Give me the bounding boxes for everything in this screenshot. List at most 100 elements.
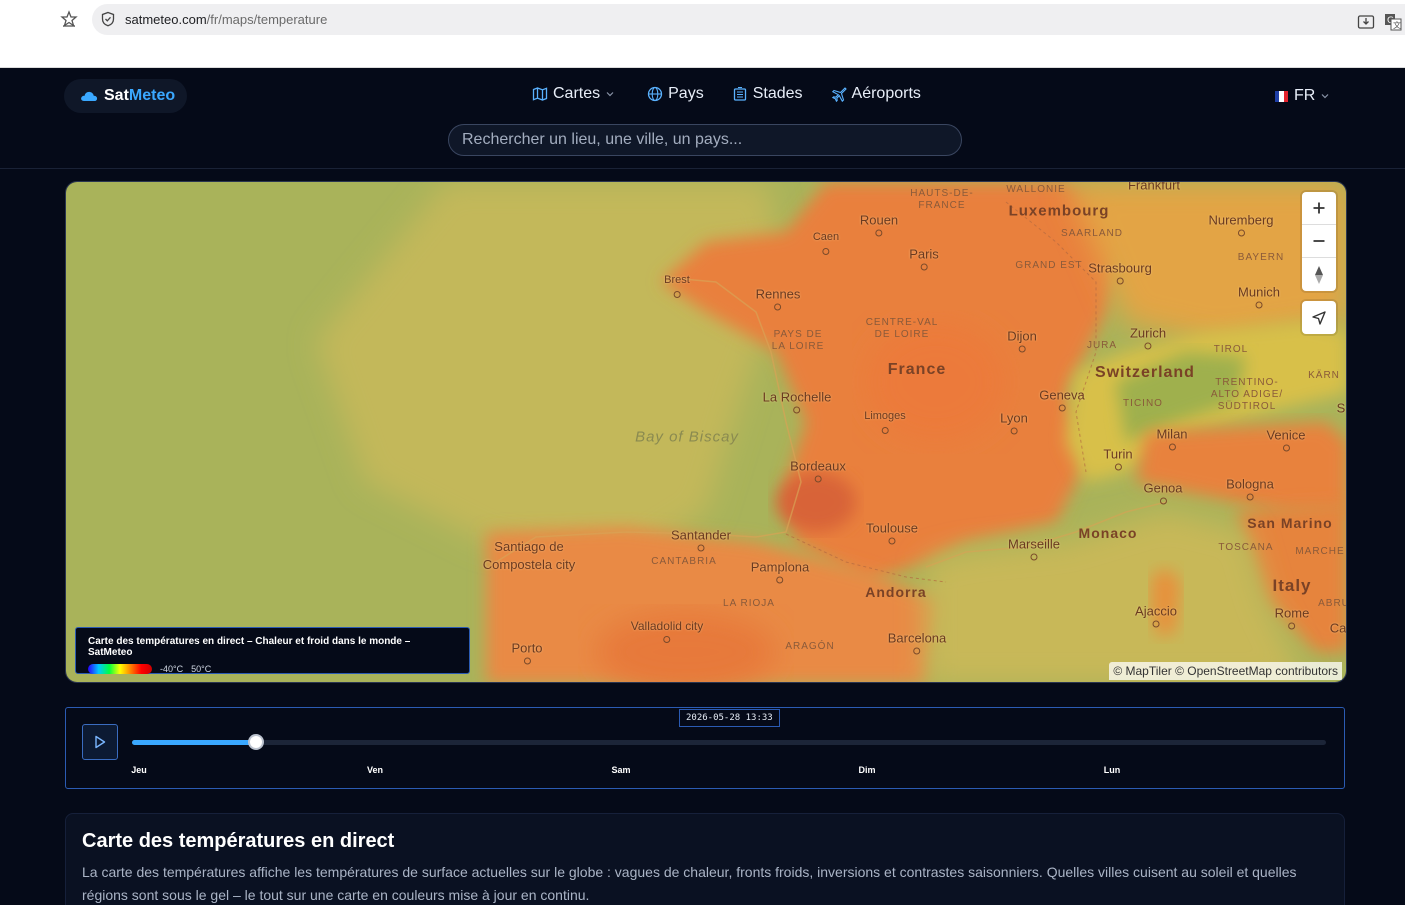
day-label: Lun [1103,765,1121,775]
timeline-slider[interactable] [132,734,1326,750]
label-brest: Brest [664,274,690,286]
label-santiago: Santiago de Compostela city [482,539,576,572]
card-description: La carte des températures affiche les te… [82,864,1297,903]
label-bordeaux: Bordeaux [790,458,846,474]
region-grand-est: GRAND EST [1015,260,1083,271]
geolocate-button[interactable] [1302,301,1336,334]
label-milan: Milan [1156,426,1188,442]
label-pamplona: Pamplona [750,559,810,575]
label-limoges: Limoges [864,410,906,422]
label-lyon: Lyon [1000,410,1028,426]
label-strasbourg: Strasbourg [1088,260,1152,276]
label-s: S [1336,400,1346,416]
zoom-out-button[interactable] [1302,225,1336,258]
region-la-rioja: LA RIOJA [723,598,775,609]
globe-icon [647,86,663,102]
play-button[interactable] [82,724,118,760]
bookmark-icon[interactable] [60,10,78,28]
nav-cartes[interactable]: Cartes [532,85,619,103]
zoom-in-button[interactable] [1302,192,1336,225]
label-geneva: Geneva [1039,387,1085,403]
region-ticino: TICINO [1123,398,1163,409]
label-ajaccio: Ajaccio [1135,603,1177,619]
url-text: satmeteo.com/fr/maps/temperature [125,12,327,27]
label-san-marino: San Marino [1247,515,1333,531]
address-bar[interactable]: satmeteo.com/fr/maps/temperature G 文 [92,4,1405,35]
label-rennes: Rennes [755,286,801,302]
legend-title: Carte des températures en direct – Chale… [88,636,411,658]
label-venice: Venice [1266,427,1306,443]
nav-pays[interactable]: Pays [647,85,704,103]
region-wallonie: WALLONIE [1006,184,1066,195]
search-input[interactable] [448,124,962,156]
nav-stades[interactable]: Stades [732,85,803,103]
label-nuremberg: Nuremberg [1208,212,1274,228]
legend-min: -40°C [160,664,184,674]
label-caen: Caen [812,231,840,243]
translate-icon[interactable]: G 文 [1384,13,1402,31]
compass-button[interactable] [1302,258,1336,291]
legend-scale: -40°C 50°C [88,664,457,674]
label-la-rochelle: La Rochelle [762,389,832,405]
region-centre-val-de-loire: CENTRE-VAL DE LOIRE [865,317,939,340]
map-icon [532,87,548,101]
legend-color-bar [88,664,152,674]
label-barcelona: Barcelona [887,630,947,646]
label-genoa: Genoa [1143,480,1183,496]
plus-icon [1313,202,1325,214]
day-label: Jeu [131,765,147,775]
region-karnten: KÄRN [1308,370,1340,381]
url-domain: satmeteo.com [125,12,207,27]
label-italy: Italy [1272,576,1312,595]
chevron-down-icon [1321,94,1329,99]
stadium-icon [733,86,746,101]
play-icon [95,735,106,749]
map-legend: Carte des températures en direct – Chale… [75,627,470,674]
label-luxembourg: Luxembourg [1008,202,1110,220]
region-pays-de-la-loire: PAYS DE LA LOIRE [771,329,825,352]
label-dijon: Dijon [1007,328,1037,344]
region-trentino: TRENTINO- ALTO ADIGE/ SÜDTIROL [1210,377,1284,412]
card-title: Carte des températures en direct [82,830,395,852]
label-france: France [887,361,947,378]
install-app-icon[interactable] [1357,13,1375,31]
label-marseille: Marseille [1007,536,1061,552]
site-header: Sat Meteo Cartes Pays Stades Aéroports F… [0,68,1405,169]
nav-stades-label: Stades [752,85,803,102]
language-selector[interactable]: FR [1275,87,1329,105]
chevron-down-icon [606,92,614,97]
region-saarland: SAARLAND [1061,228,1123,239]
label-santander: Santander [671,527,731,543]
browser-toolbar: satmeteo.com/fr/maps/temperature G 文 [0,0,1405,68]
temperature-map[interactable]: Frankfurt HAUTS-DE- FRANCE WALLONIE Luxe… [65,181,1347,683]
nav-aeroports[interactable]: Aéroports [831,85,921,103]
timeline-progress [132,740,257,745]
region-tirol: TIROL [1213,344,1249,355]
label-toulouse: Toulouse [865,520,919,536]
label-monaco: Monaco [1078,525,1138,541]
label-bay-of-biscay: Bay of Biscay [635,428,739,446]
region-abruzzo: ABRU [1318,598,1347,609]
timeline-thumb[interactable] [248,734,265,750]
satmeteo-logo[interactable]: Sat Meteo [64,79,187,113]
svg-text:文: 文 [1393,20,1401,30]
label-ca: Ca [1329,620,1347,636]
map-attribution[interactable]: © MapTiler © OpenStreetMap contributors [1109,662,1342,680]
region-aragon: ARAGÓN [785,641,835,652]
shield-icon [101,11,115,27]
label-andorra: Andorra [865,584,927,600]
region-toscana: TOSCANA [1218,542,1274,553]
label-rome: Rome [1274,605,1310,621]
region-marche: MARCHE [1295,546,1345,557]
navigation-arrow-icon [1312,310,1326,325]
label-bologna: Bologna [1226,476,1274,492]
nav-aeroports-label: Aéroports [851,85,921,102]
compass-icon [1315,265,1323,284]
label-valladolid: Valladolid city [630,619,704,633]
day-label: Ven [366,765,384,775]
zoom-controls [1302,192,1336,291]
label-zurich: Zurich [1129,325,1167,341]
language-label: FR [1294,87,1316,104]
minus-icon [1313,240,1325,242]
timeline-panel: 2026-05-28 13:33 Jeu Ven Sam Dim Lun [65,707,1345,789]
